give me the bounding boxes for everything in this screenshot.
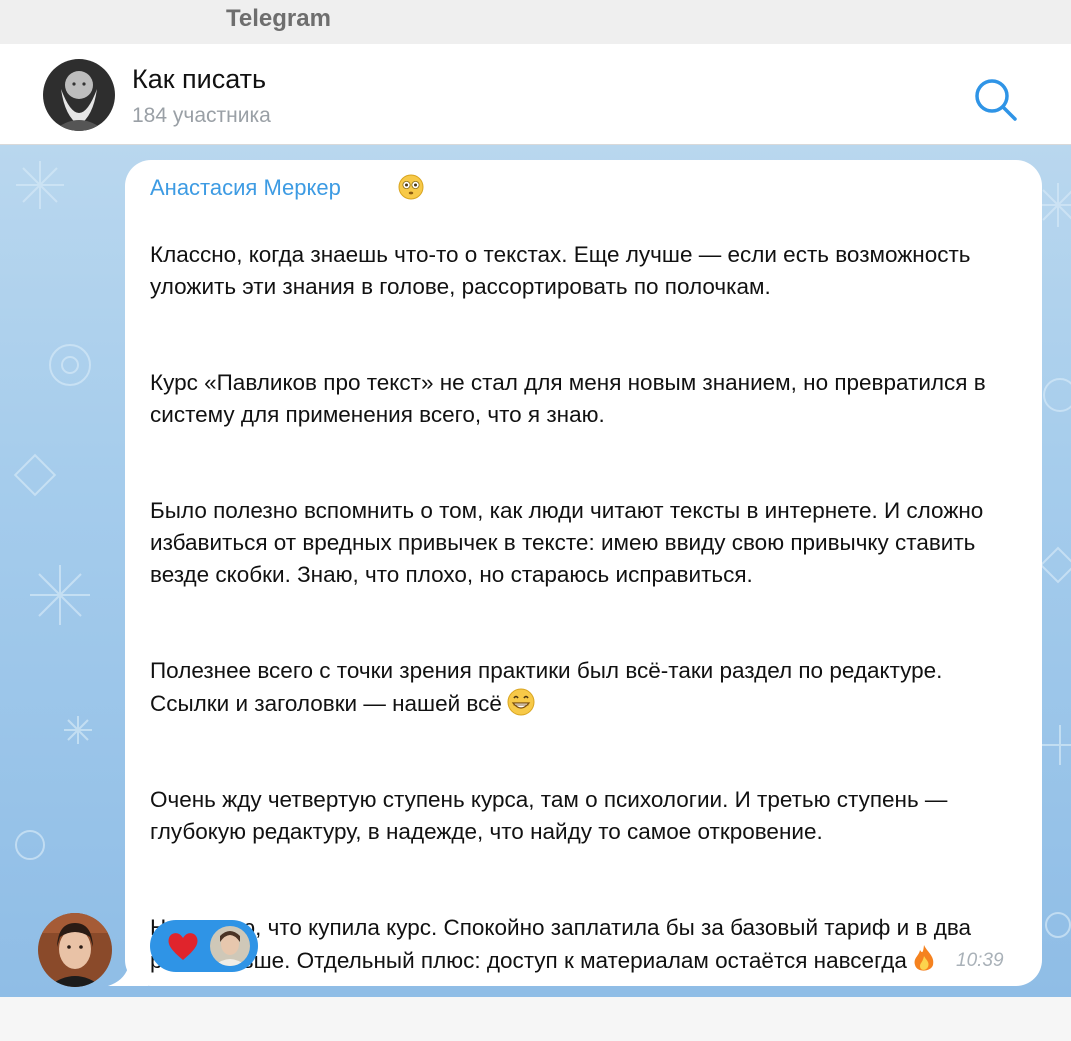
reactor-avatar (210, 926, 250, 966)
chat-title: Как писать (132, 64, 267, 94)
window-titlebar: Telegram (0, 0, 1071, 44)
search-icon (975, 79, 1017, 121)
message-paragraph-with-emoji: Не жалею, что купила курс. Спокойно запл… (150, 912, 1020, 977)
search-button[interactable] (970, 74, 1020, 124)
flushed-face-icon (398, 174, 424, 200)
message-paragraph: Не жалею, что купила курс. Спокойно запл… (150, 915, 972, 973)
sender-avatar[interactable] (38, 913, 112, 987)
heart-icon (168, 933, 198, 960)
reaction-chip[interactable] (150, 920, 258, 972)
message-paragraph: Было полезно вспомнить о том, как люди ч… (150, 498, 984, 587)
member-count: 184 участника (132, 104, 271, 127)
fire-icon (914, 945, 934, 971)
message-paragraph: Курс «Павликов про текст» не стал для ме… (150, 370, 986, 427)
message-paragraph-with-emoji: Полезнее всего с точки зрения практики б… (150, 655, 1020, 720)
message-text: Классно, когда знаешь что-то о текстах. … (150, 207, 1020, 1041)
message-paragraph: Очень жду четвертую ступень курса, там о… (150, 787, 948, 844)
message-time: 10:39 (956, 950, 1004, 971)
group-avatar[interactable] (43, 59, 115, 131)
message-paragraph: Классно, когда знаешь что-то о текстах. … (150, 242, 971, 299)
grinning-face-icon (507, 688, 535, 716)
message-paragraph: Полезнее всего с точки зрения практики б… (150, 658, 943, 716)
app-title: Telegram (226, 5, 331, 32)
sender-name[interactable]: Анастасия Меркер (150, 175, 341, 201)
chat-header: Как писать 184 участника (0, 44, 1071, 145)
